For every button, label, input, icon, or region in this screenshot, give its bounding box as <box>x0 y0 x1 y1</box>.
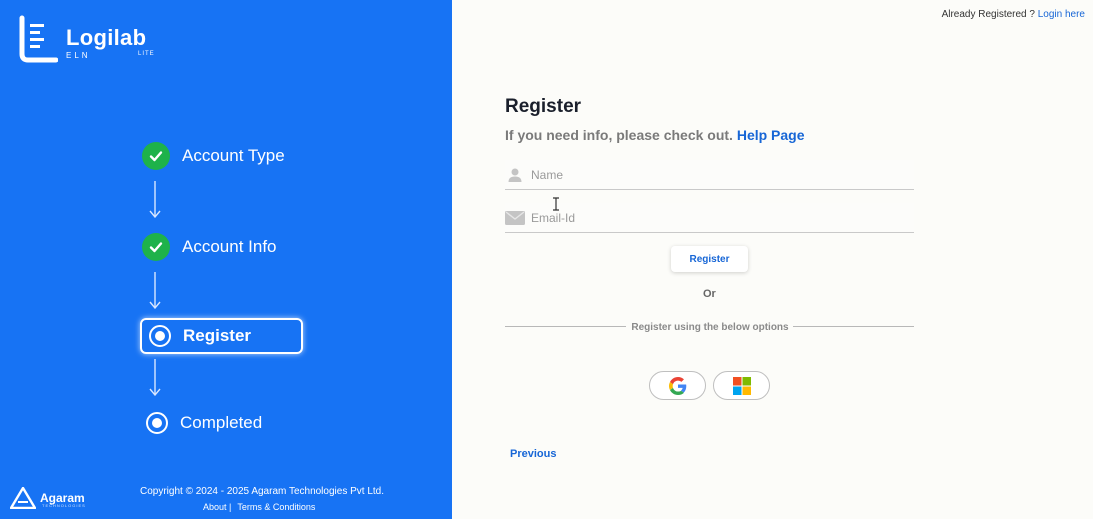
terms-link[interactable]: Terms & Conditions <box>237 502 315 512</box>
help-info: If you need info, please check out. Help… <box>505 127 805 143</box>
step-label: Completed <box>180 413 263 432</box>
logilab-logo-icon <box>18 14 59 64</box>
company-tag: TECHNOLOGIES <box>42 503 86 508</box>
register-button[interactable]: Register <box>671 246 748 272</box>
name-input[interactable] <box>531 167 891 182</box>
divider-right <box>793 326 914 327</box>
previous-link[interactable]: Previous <box>510 448 556 460</box>
check-icon <box>142 142 170 170</box>
arrow-down-icon <box>149 181 161 218</box>
google-signin-button[interactable] <box>649 371 706 400</box>
mail-icon <box>505 208 525 228</box>
microsoft-signin-button[interactable] <box>713 371 770 400</box>
register-options-text: Register using the below options <box>631 322 789 333</box>
brand-name: Logilab <box>66 25 147 50</box>
email-field[interactable] <box>505 203 914 233</box>
name-field[interactable] <box>505 160 914 190</box>
step-account-info: Account Info <box>142 233 277 261</box>
step-label: Register <box>183 326 252 345</box>
already-text: Already Registered ? <box>941 9 1035 20</box>
page-title: Register <box>505 96 582 117</box>
radio-icon <box>146 412 168 434</box>
divider-left <box>505 326 626 327</box>
step-register: Register <box>140 318 303 354</box>
brand-sub: ELN <box>66 51 91 60</box>
brand-tier: LITE <box>138 51 155 57</box>
user-icon <box>505 165 525 185</box>
step-label: Account Info <box>182 237 277 256</box>
agaram-logo: Agaram TECHNOLOGIES <box>10 487 85 509</box>
login-link[interactable]: Login here <box>1038 9 1085 20</box>
text-cursor-icon <box>553 197 559 211</box>
logo: Logilab ELN LITE <box>18 14 156 64</box>
or-divider: Or <box>703 288 716 300</box>
microsoft-icon <box>732 376 751 395</box>
radio-icon <box>149 325 171 347</box>
check-icon <box>142 233 170 261</box>
step-label: Account Type <box>182 146 285 165</box>
arrow-down-icon <box>149 272 161 309</box>
arrow-down-icon <box>149 359 161 396</box>
agaram-icon <box>10 487 36 509</box>
footer-links: About | Terms & Conditions <box>203 502 315 512</box>
about-link[interactable]: About | <box>203 502 231 512</box>
step-account-type: Account Type <box>142 142 285 170</box>
email-input[interactable] <box>531 210 891 225</box>
already-registered: Already Registered ? Login here <box>942 9 1085 20</box>
left-panel: Logilab ELN LITE Account Type Account In… <box>0 0 452 519</box>
google-icon <box>668 376 686 395</box>
step-completed: Completed <box>143 412 262 434</box>
help-page-link[interactable]: Help Page <box>737 127 805 143</box>
info-text: If you need info, please check out. <box>505 127 733 143</box>
copyright: Copyright © 2024 - 2025 Agaram Technolog… <box>140 486 384 497</box>
